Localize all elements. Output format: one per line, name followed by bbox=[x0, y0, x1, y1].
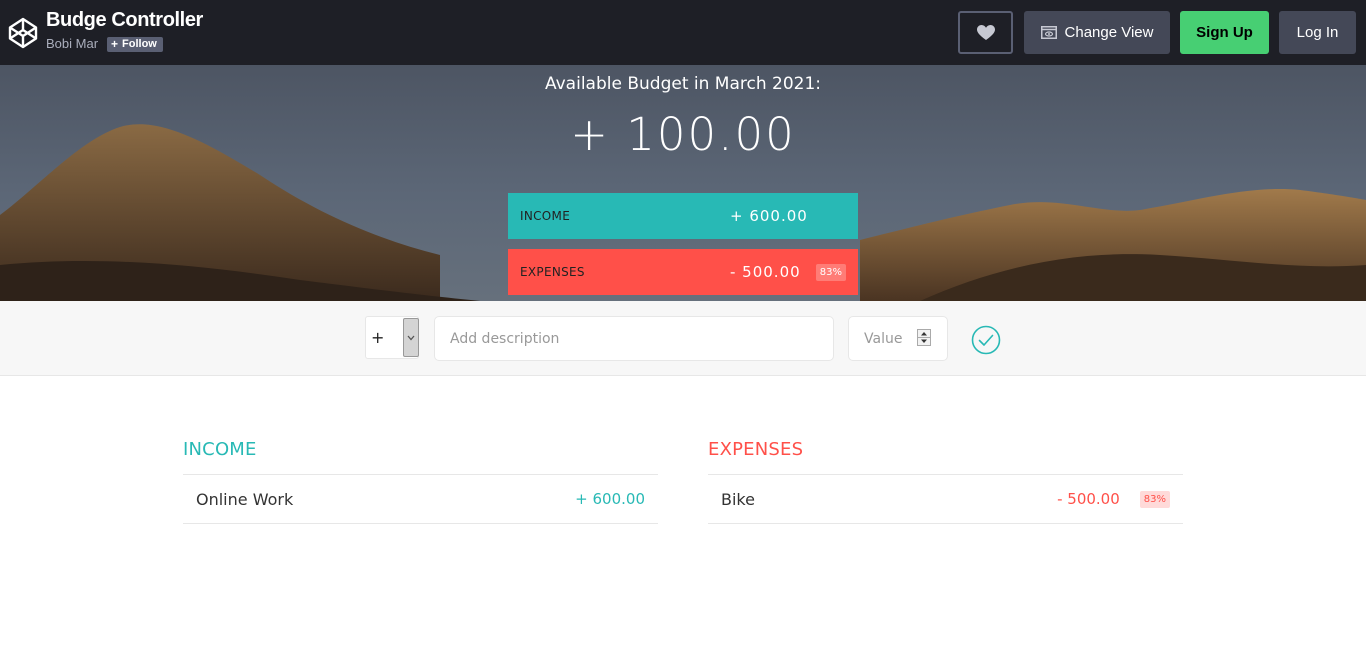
chevron-down-icon[interactable] bbox=[403, 318, 419, 357]
item-value: - 500.00 bbox=[1057, 490, 1120, 508]
income-list-title: INCOME bbox=[183, 436, 658, 475]
change-view-label: Change View bbox=[1064, 24, 1154, 41]
codepen-header: Budge Controller Bobi Mar + Follow Chang… bbox=[0, 0, 1366, 65]
pen-title[interactable]: Budge Controller bbox=[46, 9, 203, 32]
list-item[interactable]: Online Work + 600.00 bbox=[183, 475, 658, 524]
follow-button[interactable]: + Follow bbox=[107, 37, 163, 52]
plus-icon: + bbox=[111, 37, 119, 51]
item-description: Online Work bbox=[196, 489, 294, 509]
budget-title: Available Budget in March 2021: bbox=[544, 74, 822, 94]
item-percentage: 83% bbox=[1139, 490, 1170, 508]
follow-label: Follow bbox=[122, 38, 157, 50]
expenses-summary-label: EXPENSES bbox=[520, 265, 585, 279]
expenses-summary-percentage: 83% bbox=[815, 263, 846, 281]
codepen-logo-icon[interactable] bbox=[8, 17, 38, 49]
list-item[interactable]: Bike - 500.00 83% bbox=[708, 475, 1183, 524]
number-spinner-icon[interactable] bbox=[917, 329, 931, 346]
income-summary-label: INCOME bbox=[520, 209, 571, 223]
description-input[interactable] bbox=[434, 316, 834, 361]
budget-hero: Available Budget in March 2021: + 100.00… bbox=[0, 65, 1366, 301]
budget-value: + 100.00 bbox=[570, 108, 796, 161]
value-input[interactable] bbox=[848, 316, 948, 361]
eye-window-icon bbox=[1040, 26, 1057, 39]
expenses-summary: EXPENSES - 500.00 83% bbox=[508, 249, 858, 295]
item-description: Bike bbox=[721, 489, 755, 509]
expenses-list-title: EXPENSES bbox=[708, 436, 1183, 475]
income-summary: INCOME + 600.00 bbox=[508, 193, 858, 239]
add-item-bar: + bbox=[0, 301, 1366, 376]
check-circle-icon[interactable] bbox=[971, 325, 1001, 355]
income-list: INCOME Online Work + 600.00 bbox=[183, 436, 658, 524]
heart-button[interactable] bbox=[958, 11, 1013, 54]
item-value: + 600.00 bbox=[575, 490, 645, 508]
sign-up-button[interactable]: Sign Up bbox=[1180, 11, 1269, 54]
expenses-summary-value: - 500.00 bbox=[730, 263, 801, 281]
expenses-list: EXPENSES Bike - 500.00 83% bbox=[708, 436, 1183, 524]
income-summary-value: + 600.00 bbox=[730, 207, 808, 225]
change-view-button[interactable]: Change View bbox=[1024, 11, 1170, 54]
type-select-value: + bbox=[371, 328, 385, 347]
heart-icon bbox=[976, 24, 995, 40]
author-name[interactable]: Bobi Mar bbox=[46, 36, 98, 51]
log-in-button[interactable]: Log In bbox=[1279, 11, 1356, 54]
type-select[interactable]: + bbox=[365, 316, 419, 359]
